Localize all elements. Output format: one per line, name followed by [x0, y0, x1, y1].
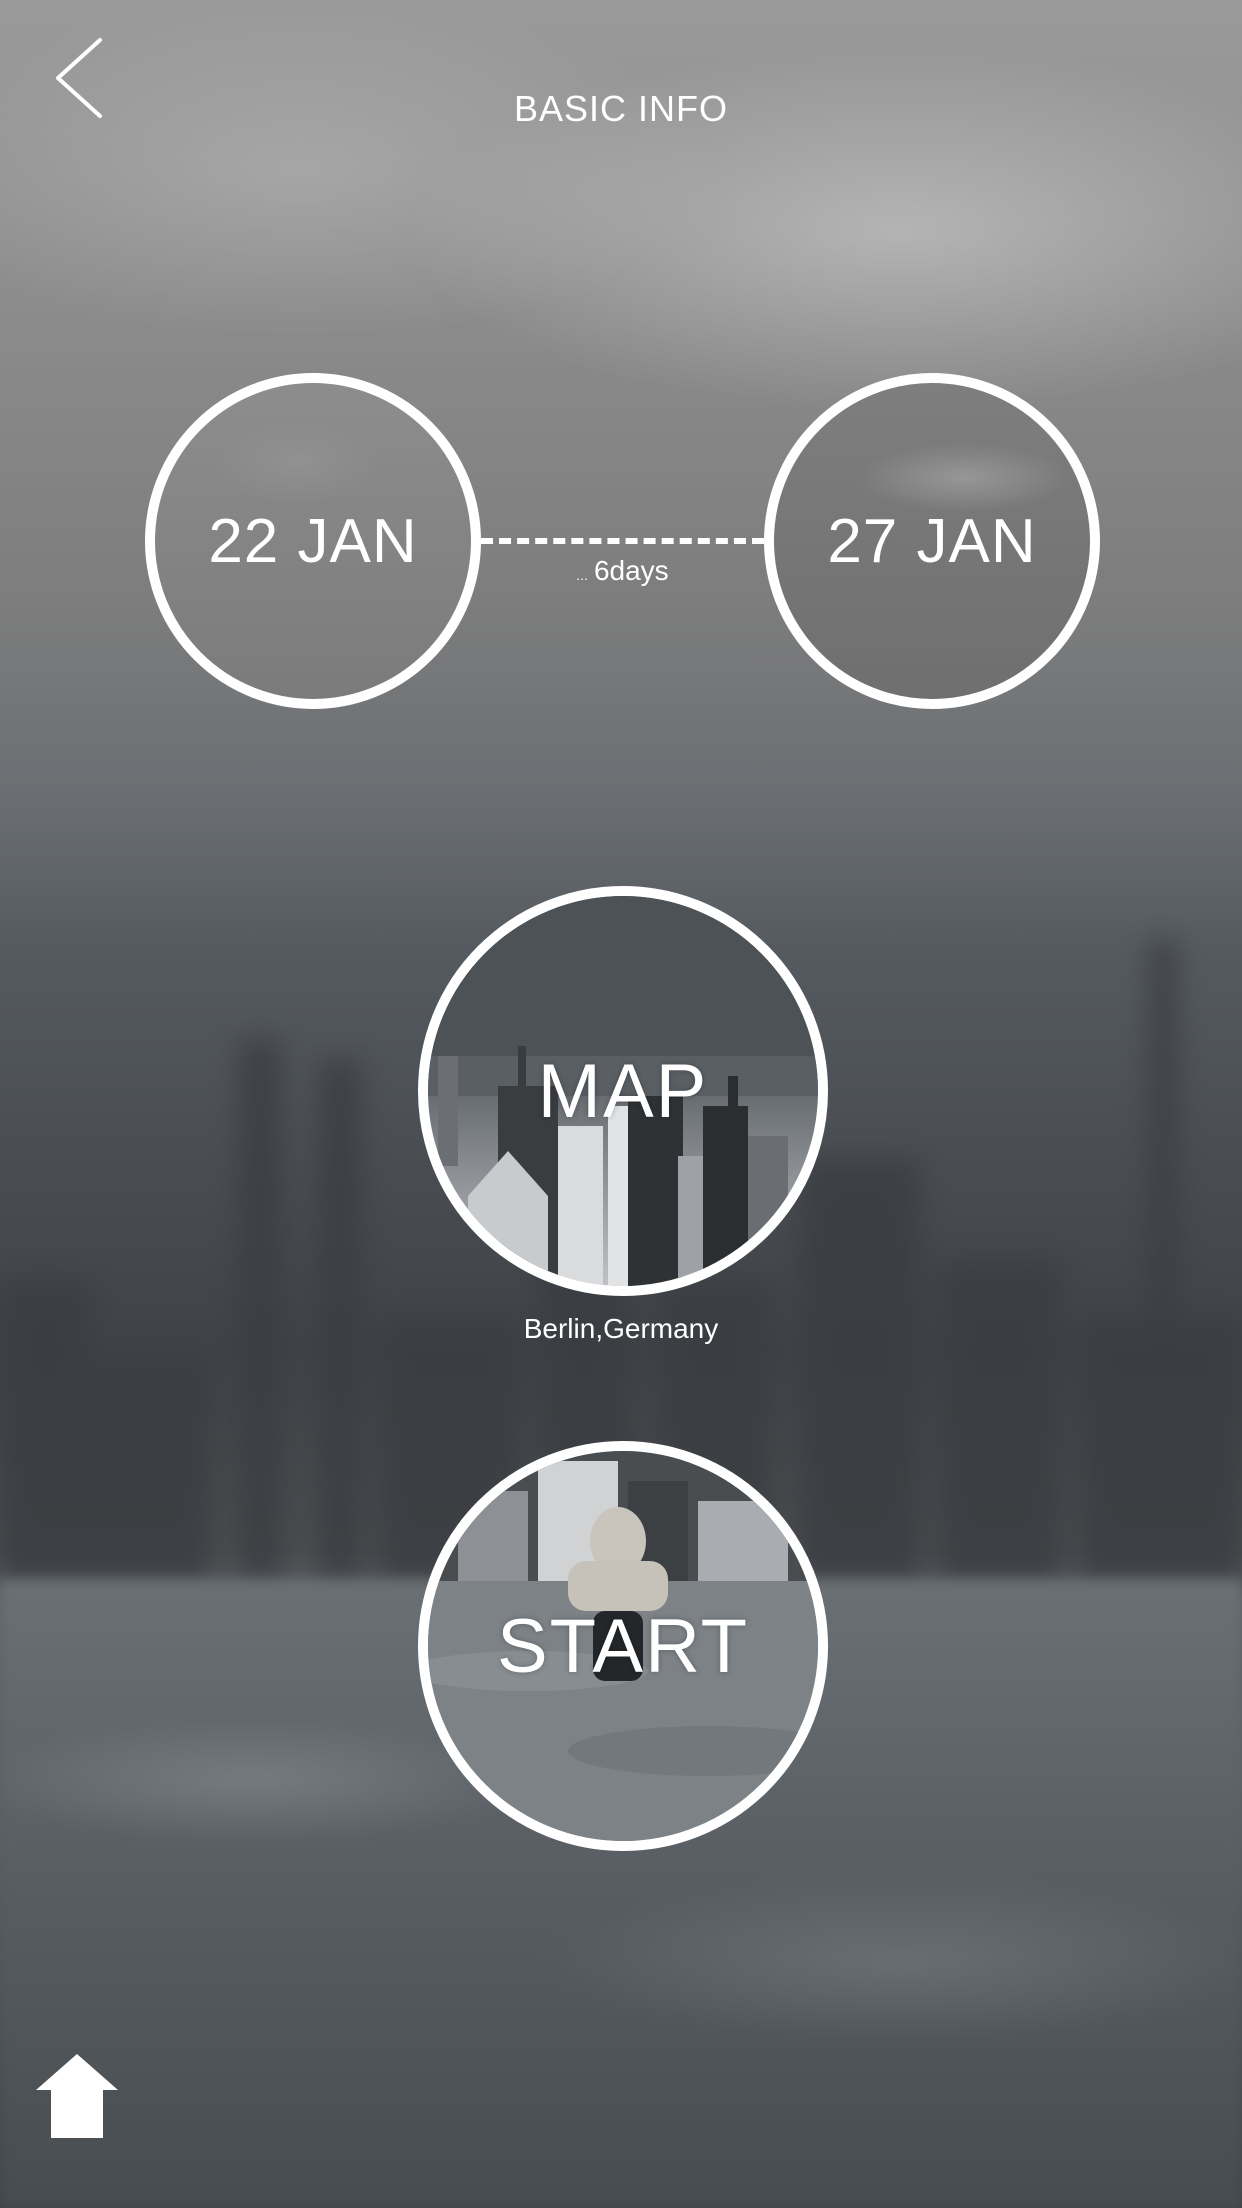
- home-button[interactable]: [36, 2054, 118, 2138]
- map-button[interactable]: MAP: [418, 886, 828, 1296]
- page-title: BASIC INFO: [513, 88, 729, 129]
- home-icon: [36, 2054, 118, 2138]
- location-label: Berlin,Germany: [523, 1313, 719, 1344]
- end-date-label: 27 JAN: [827, 506, 1037, 576]
- screen: BASIC INFO 22 JAN ... 6days 27 JAN MAP Be…: [0, 0, 1242, 2208]
- date-range-connector: [481, 538, 764, 544]
- trip-duration: ... 6days: [481, 555, 764, 587]
- start-date-circle[interactable]: 22 JAN: [145, 373, 481, 709]
- duration-dots: ...: [576, 567, 588, 583]
- start-button[interactable]: START: [418, 1441, 828, 1851]
- start-label: START: [496, 1603, 750, 1689]
- end-date-circle[interactable]: 27 JAN: [764, 373, 1100, 709]
- duration-label: 6days: [593, 555, 669, 586]
- start-date-label: 22 JAN: [208, 506, 418, 576]
- map-label: MAP: [537, 1048, 709, 1134]
